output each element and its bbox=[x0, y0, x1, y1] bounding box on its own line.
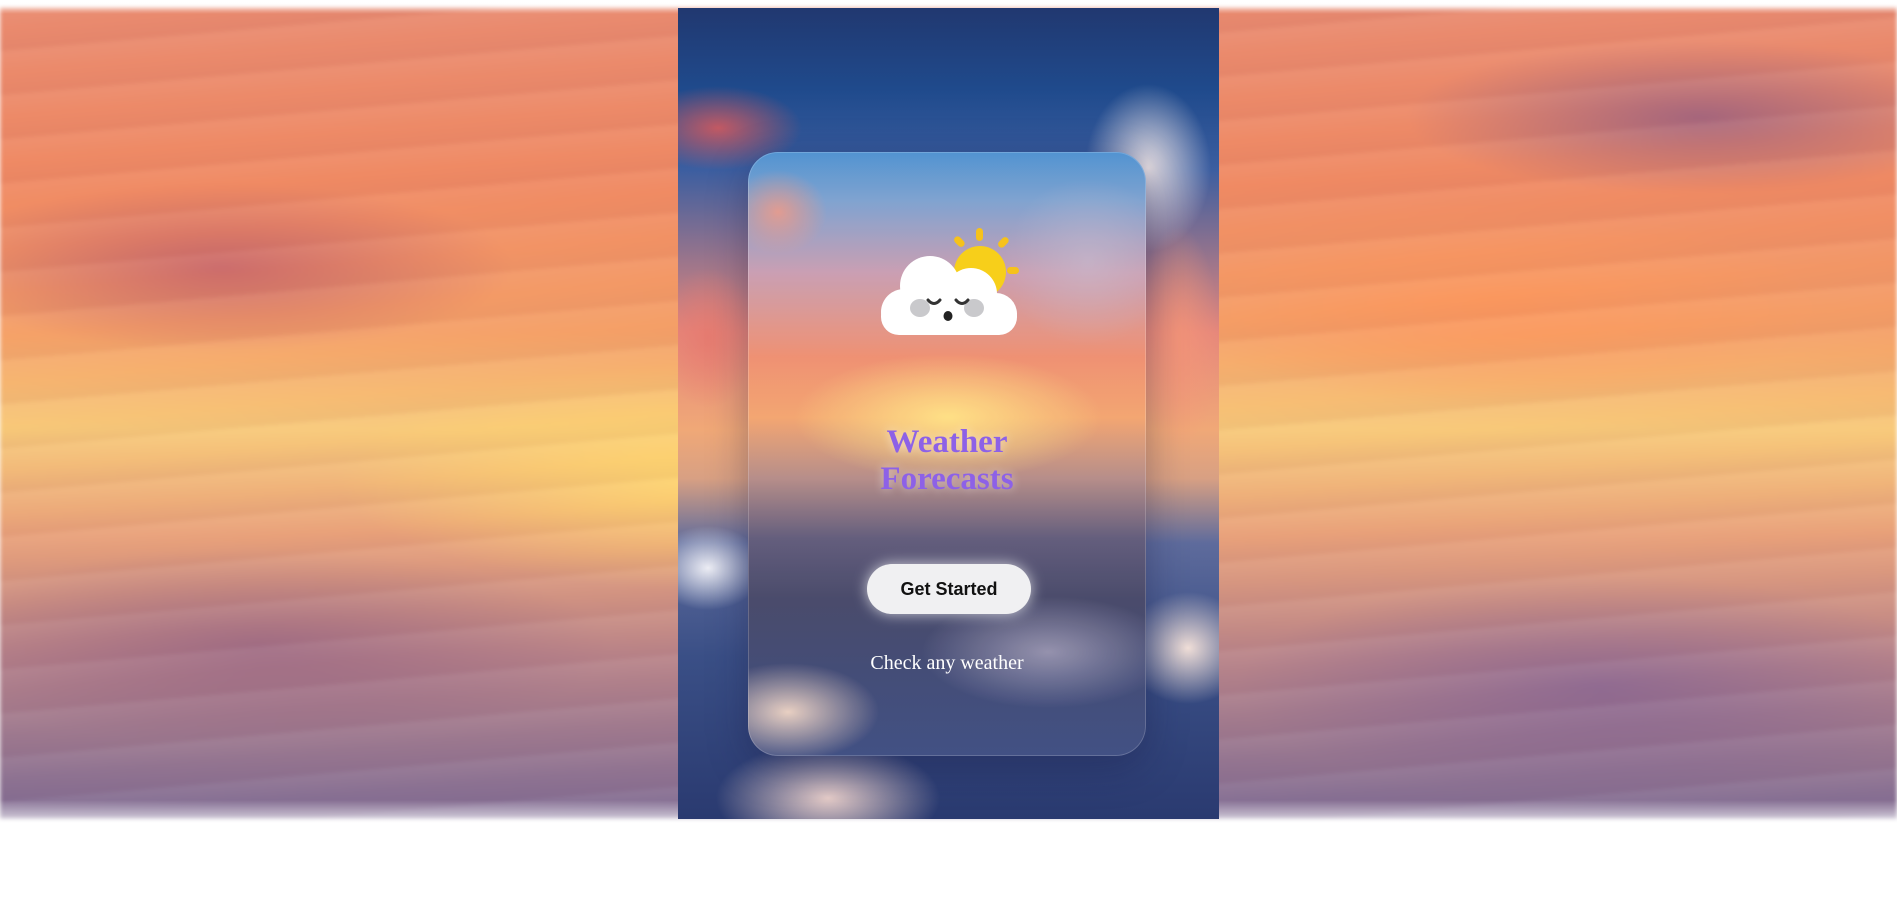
get-started-button[interactable]: Get Started bbox=[867, 564, 1031, 614]
app-title-line-2: Forecasts bbox=[880, 461, 1014, 497]
app-title: Weather Forecasts bbox=[748, 424, 1146, 498]
phone-screen: Weather Forecasts Get Started Check any … bbox=[678, 8, 1219, 819]
app-title-line-1: Weather bbox=[886, 424, 1008, 460]
cloud-sun-icon bbox=[881, 228, 1019, 335]
tagline: Check any weather bbox=[870, 652, 1024, 674]
welcome-card: Weather Forecasts Get Started Check any … bbox=[748, 152, 1146, 756]
